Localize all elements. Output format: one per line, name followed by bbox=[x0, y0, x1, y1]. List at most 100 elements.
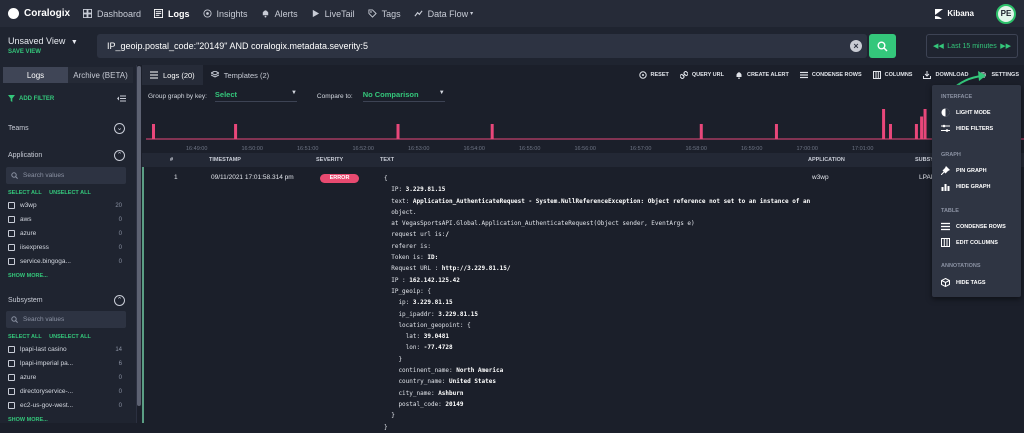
collapse-filters-icon[interactable] bbox=[117, 95, 126, 102]
application-filter-row[interactable]: azure 0 bbox=[8, 230, 122, 237]
logs-histogram-chart[interactable]: 16:49:00 16:50:00 16:51:00 16:52:00 16:53:00… bbox=[146, 107, 1024, 153]
subsystem-filter-row[interactable]: lpapi-imperial pa... 6 bbox=[8, 360, 122, 367]
chart-bar[interactable] bbox=[234, 124, 238, 139]
columns-button[interactable]: COLUMNS bbox=[872, 71, 912, 79]
condense-rows-button[interactable]: CONDENSE ROWS bbox=[799, 71, 862, 79]
subsystem-collapse-icon[interactable]: ⌃ bbox=[114, 295, 125, 306]
kibana-link[interactable]: Kibana bbox=[935, 8, 974, 19]
nav-item-dashboard[interactable]: Dashboard bbox=[83, 9, 141, 19]
nav-item-tags[interactable]: Tags bbox=[368, 9, 401, 19]
reset-button[interactable]: RESET bbox=[638, 71, 669, 79]
table-row[interactable]: 1 09/11/2021 17:01:58.314 pm ERROR { IP:… bbox=[142, 167, 1024, 431]
log-line: location_geopoint: { bbox=[384, 321, 471, 329]
application-collapse-icon[interactable]: ⌃ bbox=[114, 150, 125, 161]
logo[interactable]: Coralogix bbox=[8, 8, 83, 19]
save-view-link[interactable]: SAVE VIEW bbox=[8, 49, 41, 55]
teams-expand-icon[interactable]: ⌄ bbox=[114, 123, 125, 134]
pin-icon bbox=[941, 166, 950, 175]
log-line: request url is:/ bbox=[384, 231, 450, 239]
forward-icon[interactable]: ▶▶ bbox=[1000, 42, 1011, 50]
clear-query-icon[interactable]: × bbox=[850, 40, 862, 52]
nav-item-insights[interactable]: Insights bbox=[202, 9, 248, 19]
hide-filters-option[interactable]: HIDE FILTERS bbox=[941, 124, 993, 133]
chart-bar[interactable] bbox=[152, 124, 155, 139]
checkbox[interactable] bbox=[8, 374, 15, 381]
pin-graph-option[interactable]: PIN GRAPH bbox=[941, 166, 987, 175]
compare-select[interactable]: No Comparison ▼ bbox=[362, 90, 445, 102]
query-url-button[interactable]: QUERY URL bbox=[679, 71, 724, 79]
unselect-all-link[interactable]: UNSELECT ALL bbox=[49, 334, 91, 340]
subsystem-filter-row[interactable]: ec2-us-gov-west... 0 bbox=[8, 402, 122, 409]
checkbox[interactable] bbox=[8, 258, 15, 265]
column-header-severity[interactable]: SEVERITY bbox=[316, 157, 343, 163]
nav-item-livetail[interactable]: LiveTail bbox=[311, 9, 355, 19]
nav-item-logs[interactable]: Logs bbox=[154, 9, 190, 19]
filter-label: directoryservice-... bbox=[20, 388, 74, 395]
application-filter-row[interactable]: aws 0 bbox=[8, 216, 122, 223]
view-selector[interactable]: Unsaved View ▼ bbox=[8, 36, 78, 46]
chart-bar[interactable] bbox=[888, 124, 892, 139]
search-button[interactable] bbox=[869, 34, 896, 58]
chart-bar[interactable] bbox=[699, 124, 703, 139]
avatar[interactable]: PE bbox=[996, 3, 1016, 24]
subsystem-title: Subsystem bbox=[8, 297, 43, 304]
checkbox[interactable] bbox=[8, 388, 15, 395]
column-header-text[interactable]: TEXT bbox=[380, 157, 394, 163]
tab-logs-list[interactable]: Logs (20) bbox=[142, 65, 203, 85]
column-header-number[interactable]: # bbox=[170, 157, 173, 163]
subsystem-filter-row[interactable]: lpapi-last casino 14 bbox=[8, 346, 122, 353]
add-filter-button[interactable]: ADD FILTER bbox=[8, 95, 54, 102]
top-navigation-bar: Coralogix Dashboard Logs Insights Alerts… bbox=[0, 0, 1024, 27]
checkbox[interactable] bbox=[8, 244, 15, 251]
nav-item-data-flow[interactable]: Data Flow ▾ bbox=[414, 9, 473, 19]
hide-tags-option[interactable]: HIDE TAGS bbox=[941, 278, 986, 287]
application-filter-row[interactable]: iisexpress 0 bbox=[8, 244, 122, 251]
application-search-input[interactable]: Search values bbox=[6, 167, 126, 184]
checkbox[interactable] bbox=[8, 230, 15, 237]
checkbox[interactable] bbox=[8, 202, 15, 209]
tab-templates[interactable]: Templates (2) bbox=[203, 65, 277, 85]
unselect-all-link[interactable]: UNSELECT ALL bbox=[49, 190, 91, 196]
search-icon bbox=[11, 316, 18, 323]
dashboard-icon bbox=[83, 9, 92, 18]
column-header-application[interactable]: APPLICATION bbox=[808, 157, 845, 163]
nav-item-alerts[interactable]: Alerts bbox=[261, 9, 298, 19]
create-alert-button[interactable]: CREATE ALERT bbox=[735, 71, 789, 79]
checkbox[interactable] bbox=[8, 360, 15, 367]
hide-graph-option[interactable]: HIDE GRAPH bbox=[941, 182, 991, 191]
tab-archive[interactable]: Archive (BETA) bbox=[68, 67, 133, 83]
chart-bar[interactable] bbox=[920, 116, 924, 140]
nav-label: LiveTail bbox=[324, 8, 355, 19]
checkbox[interactable] bbox=[8, 216, 15, 223]
time-range-picker[interactable]: ◀◀ Last 15 minutes ▶▶ bbox=[926, 34, 1018, 58]
chart-bar[interactable] bbox=[923, 109, 927, 139]
application-filter-row[interactable]: w3wp 20 bbox=[8, 202, 122, 209]
tab-logs[interactable]: Logs bbox=[3, 67, 68, 83]
subsystem-show-more[interactable]: SHOW MORE... bbox=[8, 417, 48, 423]
option-label: CONDENSE ROWS bbox=[956, 223, 1006, 230]
chart-bar[interactable] bbox=[396, 124, 400, 139]
query-input[interactable]: IP_geoip.postal_code:"20149" AND coralog… bbox=[97, 34, 867, 58]
row-number: 1 bbox=[174, 174, 178, 181]
application-show-more[interactable]: SHOW MORE... bbox=[8, 273, 48, 279]
rewind-icon[interactable]: ◀◀ bbox=[933, 42, 944, 50]
log-line: lon: -77.4728 bbox=[384, 344, 453, 352]
chart-bar[interactable] bbox=[774, 124, 778, 139]
chart-bar[interactable] bbox=[914, 124, 918, 139]
application-filter-row[interactable]: service.bingoga... 0 bbox=[8, 258, 122, 265]
checkbox[interactable] bbox=[8, 346, 15, 353]
select-all-link[interactable]: SELECT ALL bbox=[8, 190, 42, 196]
select-all-link[interactable]: SELECT ALL bbox=[8, 334, 42, 340]
subsystem-search-input[interactable]: Search values bbox=[6, 311, 126, 328]
column-header-timestamp[interactable]: TIMESTAMP bbox=[209, 157, 241, 163]
subsystem-filter-row[interactable]: azure 0 bbox=[8, 374, 122, 381]
checkbox[interactable] bbox=[8, 402, 15, 409]
light-mode-option[interactable]: LIGHT MODE bbox=[941, 108, 991, 117]
edit-columns-option[interactable]: EDIT COLUMNS bbox=[941, 238, 998, 247]
sidebar-scrollbar[interactable] bbox=[137, 66, 141, 406]
chart-bar[interactable] bbox=[882, 109, 886, 139]
group-by-select[interactable]: Select ▼ bbox=[214, 90, 297, 102]
subsystem-filter-row[interactable]: directoryservice-... 0 bbox=[8, 388, 122, 395]
condense-rows-option[interactable]: CONDENSE ROWS bbox=[941, 222, 1006, 231]
chart-bar[interactable] bbox=[490, 124, 494, 139]
